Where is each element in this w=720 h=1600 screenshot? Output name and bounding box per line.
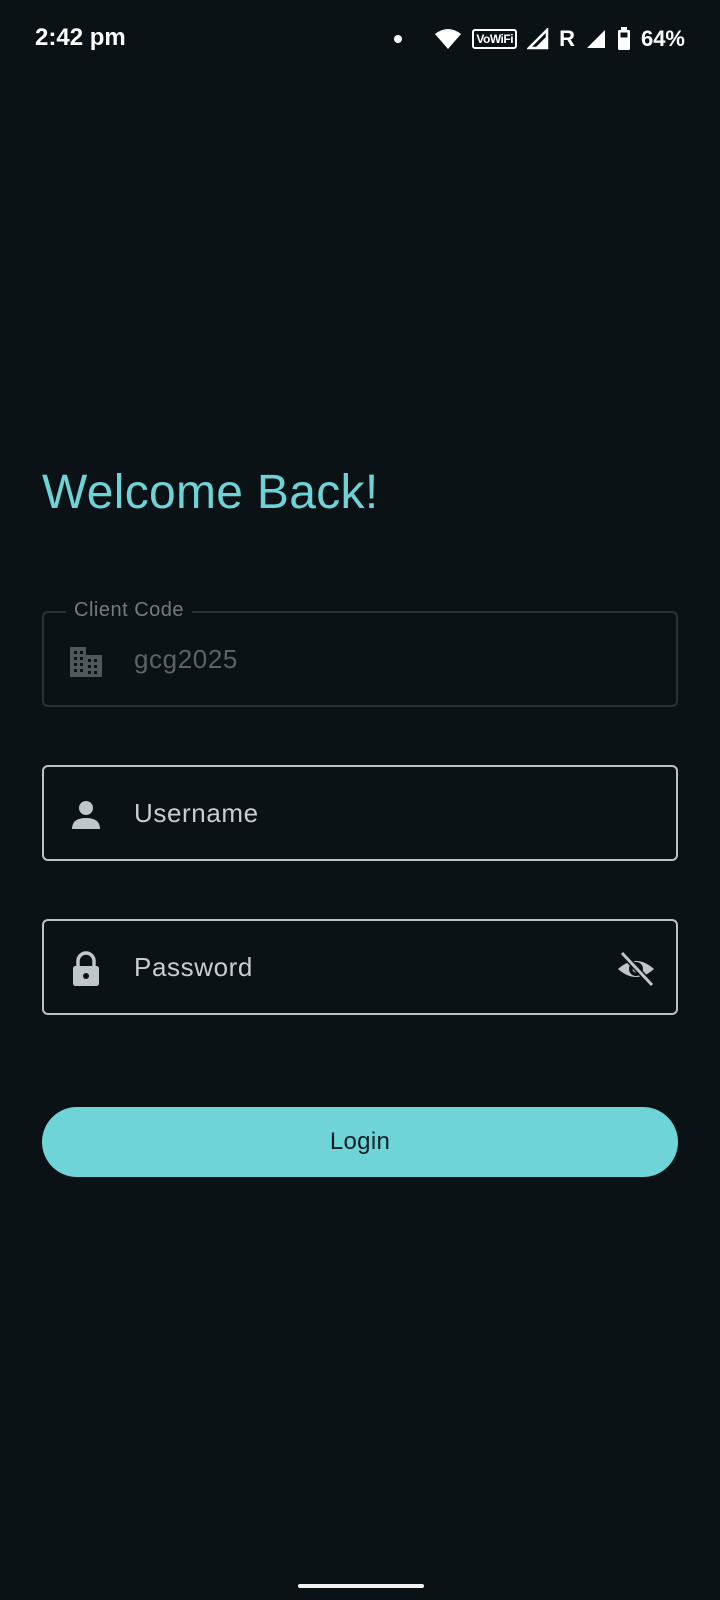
eye-off-icon[interactable] (616, 949, 656, 989)
status-time: 2:42 pm (35, 24, 126, 51)
client-code-field: Client Code gcg2025 (42, 599, 678, 707)
login-screen: 2:42 pm VoWiFi R 64% Welcome Back! Clien… (0, 0, 720, 1600)
person-icon (72, 801, 100, 829)
status-icons: VoWiFi R 64% (394, 22, 685, 56)
wifi-icon (435, 29, 462, 49)
signal-icon (527, 28, 549, 50)
username-input[interactable]: Username (134, 767, 259, 859)
welcome-title: Welcome Back! (42, 466, 379, 519)
status-bar: 2:42 pm VoWiFi R 64% (0, 0, 720, 80)
password-field[interactable]: Password (42, 919, 678, 1015)
login-button[interactable]: Login (42, 1107, 678, 1177)
signal-icon-2 (586, 30, 605, 48)
roaming-indicator: R (559, 26, 575, 51)
password-input[interactable]: Password (134, 921, 253, 1013)
lock-icon (73, 951, 99, 986)
battery-icon (617, 27, 630, 50)
battery-percent: 64% (640, 26, 685, 51)
gesture-nav-handle[interactable] (298, 1584, 424, 1588)
notification-dot-icon (394, 35, 403, 43)
vowifi-icon: VoWiFi (472, 29, 518, 49)
building-icon (70, 647, 102, 677)
client-code-value: gcg2025 (134, 644, 238, 674)
username-field[interactable]: Username (42, 765, 678, 861)
